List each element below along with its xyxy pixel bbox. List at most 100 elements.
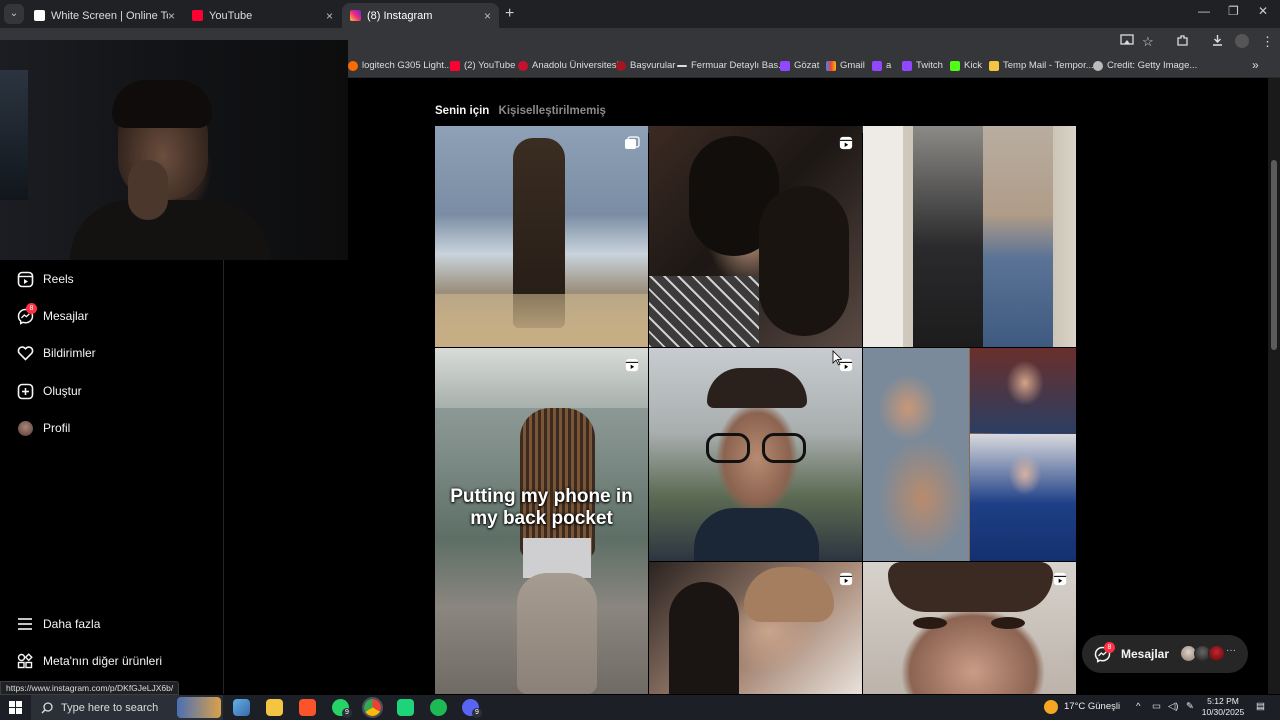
close-tab-icon[interactable]: ×	[484, 9, 491, 23]
messages-badge: 8	[1104, 642, 1115, 653]
bookmark-logitech[interactable]: logitech G305 Light...	[348, 60, 452, 71]
avatar	[1208, 645, 1225, 662]
menu-kebab-icon[interactable]: ⋮	[1261, 34, 1274, 50]
logitech-icon	[348, 60, 358, 71]
bookmark-label: Gözat	[794, 60, 820, 71]
network-icon[interactable]: ▭	[1152, 701, 1161, 712]
bookmark-a[interactable]: a	[872, 60, 891, 71]
close-tab-icon[interactable]: ×	[168, 9, 175, 23]
app-green-icon[interactable]	[397, 699, 414, 716]
bookmark-gozat[interactable]: Gözat	[780, 60, 819, 71]
download-icon[interactable]	[1211, 34, 1224, 50]
sidebar-item-messages[interactable]: 8 Mesajlar	[16, 303, 89, 328]
link-status-url: https://www.instagram.com/p/DKfGJeLJX6b/	[0, 681, 180, 695]
tab-youtube[interactable]: YouTube ×	[184, 3, 341, 28]
bookmark-label: Temp Mail - Tempor...	[1003, 60, 1094, 71]
pen-icon[interactable]: ✎	[1186, 701, 1194, 712]
explore-tabs: Senin için Kişiselleştirilmemiş	[435, 105, 612, 117]
maximize-icon[interactable]: ❐	[1228, 4, 1239, 18]
close-window-icon[interactable]: ✕	[1258, 4, 1268, 18]
eye-shape	[913, 617, 947, 629]
sidebar-item-label: Meta'nın diğer ürünleri	[43, 654, 163, 668]
more-icon: ···	[1226, 645, 1236, 656]
messages-floating-button[interactable]: 8 Mesajlar ···	[1082, 635, 1248, 673]
youtube-favicon-icon	[192, 10, 203, 21]
kick-icon	[950, 60, 960, 71]
post-tile[interactable]	[863, 126, 1076, 347]
bookmarks-overflow-icon[interactable]: »	[1252, 58, 1259, 72]
tab-title: YouTube	[209, 9, 253, 22]
sidebar-item-reels[interactable]: Reels	[16, 267, 74, 291]
notifications-icon[interactable]: ▤	[1256, 701, 1265, 712]
windows-start-icon[interactable]	[9, 701, 22, 714]
webcam-body-shape	[70, 200, 270, 260]
profile-avatar[interactable]	[1235, 34, 1249, 48]
page-scrollbar[interactable]	[1268, 78, 1280, 694]
chrome-icon[interactable]	[362, 697, 383, 718]
browser-tabstrip: ⌄ White Screen | Online Tool × YouTube ×…	[0, 0, 1280, 28]
new-tab-button[interactable]: +	[505, 5, 514, 23]
spotify-icon[interactable]	[430, 699, 447, 716]
weather-sun-icon[interactable]	[1044, 700, 1058, 714]
folder-icon	[989, 60, 999, 71]
plus-square-icon	[16, 382, 34, 400]
tab-instagram[interactable]: (8) Instagram ×	[342, 3, 499, 28]
top-shape	[523, 538, 591, 578]
sidebar-item-meta[interactable]: Meta'nın diğer ürünleri	[16, 649, 162, 673]
tab-search-button[interactable]: ⌄	[4, 4, 24, 24]
person-shape	[983, 126, 1053, 347]
search-icon	[41, 701, 53, 713]
task-view-icon[interactable]	[233, 699, 250, 716]
close-tab-icon[interactable]: ×	[326, 9, 333, 23]
tab-for-you[interactable]: Senin için	[435, 105, 489, 117]
bookmark-label: a	[886, 60, 892, 71]
bookmark-label: logitech G305 Light...	[362, 60, 452, 71]
sidebar-item-notifications[interactable]: Bildirimler	[16, 341, 96, 365]
volume-icon[interactable]: ◁)	[1168, 701, 1178, 712]
sidebar-item-create[interactable]: Oluştur	[16, 379, 82, 403]
post-tile[interactable]	[649, 126, 862, 347]
couple-photo-shape	[863, 348, 969, 561]
sidebar-item-more[interactable]: Daha fazla	[16, 612, 100, 636]
post-tile[interactable]: Putting my phone in my back pocket	[435, 348, 648, 694]
whatsapp-icon[interactable]: 9	[332, 699, 352, 718]
bookmark-youtube[interactable]: (2) YouTube	[450, 60, 515, 71]
bookmark-basvurular[interactable]: Başvurular	[616, 60, 675, 71]
sidebar-item-label: Mesajlar	[43, 309, 89, 323]
weather-text[interactable]: 17°C Güneşli	[1064, 701, 1120, 712]
bookmark-anadolu[interactable]: Anadolu Üniversitesi	[518, 60, 619, 71]
bookmark-star-icon[interactable]: ☆	[1142, 34, 1154, 50]
youtube-icon	[450, 60, 460, 71]
post-tile[interactable]	[863, 562, 1076, 694]
brave-browser-icon[interactable]	[299, 699, 316, 716]
tray-chevron-icon[interactable]: ^	[1136, 701, 1140, 712]
extensions-icon[interactable]	[1176, 34, 1189, 50]
taskbar-search-input[interactable]: Type here to search	[31, 695, 223, 720]
discord-icon[interactable]: 9	[462, 699, 482, 718]
bookmark-temp-mail[interactable]: Temp Mail - Tempor...	[989, 60, 1094, 71]
tab-non-personalized[interactable]: Kişiselleştirilmemiş	[499, 105, 606, 117]
fermuar-icon	[677, 64, 687, 67]
post-tile[interactable]	[649, 348, 862, 561]
bookmark-twitch[interactable]: Twitch	[902, 60, 943, 71]
sidebar-item-label: Oluştur	[43, 384, 82, 398]
glasses-right-shape	[762, 433, 806, 463]
cast-icon[interactable]	[1120, 34, 1134, 49]
minimize-icon[interactable]: —	[1198, 4, 1210, 18]
bookmark-gmail[interactable]: Gmail	[826, 60, 865, 71]
taskbar-clock[interactable]: 5:12 PM 10/30/2025	[1196, 696, 1250, 718]
post-tile[interactable]	[435, 126, 648, 347]
bookmark-fermuar[interactable]: Fermuar Detaylı Bas...	[677, 60, 786, 71]
sidebar-item-profile[interactable]: Profil	[16, 416, 70, 440]
scrollbar-thumb[interactable]	[1271, 160, 1277, 350]
bookmark-kick[interactable]: Kick	[950, 60, 982, 71]
tab-white-screen[interactable]: White Screen | Online Tool ×	[26, 3, 183, 28]
sidebar-item-label: Reels	[43, 272, 74, 286]
post-tile[interactable]	[863, 348, 1076, 561]
post-tile[interactable]	[649, 562, 862, 694]
file-explorer-icon[interactable]	[266, 699, 283, 716]
person-shape	[913, 126, 983, 347]
bookmark-getty[interactable]: Credit: Getty Image...	[1093, 60, 1197, 71]
bookmark-label: Anadolu Üniversitesi	[532, 60, 619, 71]
fan-photo-shape	[970, 434, 1076, 561]
